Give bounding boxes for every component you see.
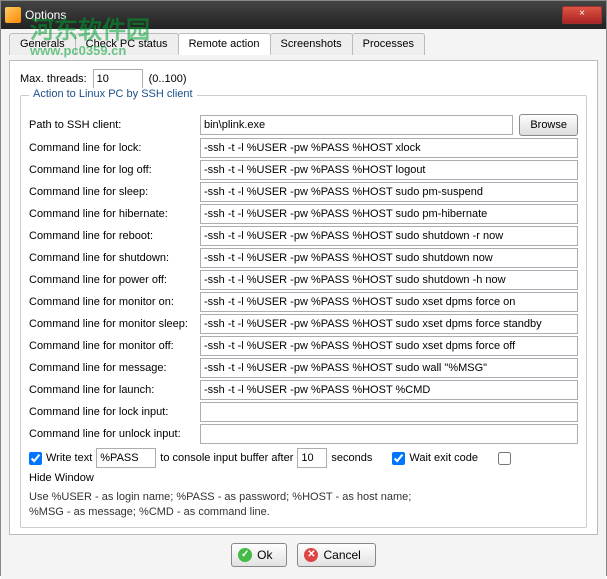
cmd-label: Command line for sleep: (29, 186, 194, 198)
cmd-input[interactable] (200, 336, 578, 356)
write-text-label: Write text (46, 452, 92, 464)
hide-window-label: Hide Window (29, 472, 94, 484)
cmd-input[interactable] (200, 380, 578, 400)
max-threads-range: (0..100) (149, 73, 187, 85)
close-button[interactable]: × (562, 6, 602, 24)
tab-processes[interactable]: Processes (352, 33, 425, 55)
browse-button[interactable]: Browse (519, 114, 578, 136)
cmd-input[interactable] (200, 248, 578, 268)
tab-bar: Generals Check PC status Remote action S… (9, 33, 598, 55)
write-text-checkbox[interactable] (29, 452, 42, 465)
cmd-label: Command line for shutdown: (29, 252, 194, 264)
hide-window-checkbox[interactable] (498, 452, 511, 465)
cmd-label: Command line for lock input: (29, 406, 194, 418)
cancel-button[interactable]: ✕ Cancel (297, 543, 375, 567)
cmd-label: Command line for launch: (29, 384, 194, 396)
write-text-seconds-label: seconds (331, 452, 372, 464)
cmd-label: Command line for log off: (29, 164, 194, 176)
wait-exit-label: Wait exit code (409, 452, 478, 464)
cmd-input[interactable] (200, 402, 578, 422)
tab-screenshots[interactable]: Screenshots (270, 33, 353, 55)
ok-label: Ok (257, 548, 272, 562)
tab-panel: Max. threads: (0..100) Action to Linux P… (9, 60, 598, 535)
cmd-input[interactable] (200, 182, 578, 202)
tab-remote-action[interactable]: Remote action (178, 33, 271, 55)
cmd-label: Command line for hibernate: (29, 208, 194, 220)
ssh-path-input[interactable] (200, 115, 513, 135)
app-icon (5, 7, 21, 23)
max-threads-label: Max. threads: (20, 73, 87, 85)
ssh-group-legend: Action to Linux PC by SSH client (29, 88, 197, 100)
cmd-label: Command line for monitor off: (29, 340, 194, 352)
ok-icon: ✓ (238, 548, 252, 562)
cmd-label: Command line for reboot: (29, 230, 194, 242)
cmd-label: Command line for power off: (29, 274, 194, 286)
cmd-input[interactable] (200, 204, 578, 224)
cmd-input[interactable] (200, 270, 578, 290)
cancel-label: Cancel (323, 548, 360, 562)
max-threads-input[interactable] (93, 69, 143, 89)
cmd-label: Command line for unlock input: (29, 428, 194, 440)
tab-generals[interactable]: Generals (9, 33, 76, 55)
cmd-label: Command line for lock: (29, 142, 194, 154)
tab-check-pc-status[interactable]: Check PC status (75, 33, 179, 55)
cmd-input[interactable] (200, 424, 578, 444)
cmd-label: Command line for monitor on: (29, 296, 194, 308)
cmd-input[interactable] (200, 138, 578, 158)
ok-button[interactable]: ✓ Ok (231, 543, 287, 567)
cmd-input[interactable] (200, 226, 578, 246)
write-text-seconds-input[interactable] (297, 448, 327, 468)
cmd-input[interactable] (200, 358, 578, 378)
ssh-path-label: Path to SSH client: (29, 119, 194, 131)
window-title: Options (25, 8, 66, 22)
titlebar: Options × (1, 1, 606, 29)
cancel-icon: ✕ (304, 548, 318, 562)
ssh-group: Action to Linux PC by SSH client Path to… (20, 95, 587, 528)
wait-exit-checkbox[interactable] (392, 452, 405, 465)
cmd-label: Command line for message: (29, 362, 194, 374)
cmd-input[interactable] (200, 160, 578, 180)
write-text-after: to console input buffer after (160, 452, 293, 464)
hint-text: Use %USER - as login name; %PASS - as pa… (29, 490, 578, 521)
cmd-input[interactable] (200, 292, 578, 312)
write-text-input[interactable] (96, 448, 156, 468)
cmd-input[interactable] (200, 314, 578, 334)
cmd-label: Command line for monitor sleep: (29, 318, 194, 330)
